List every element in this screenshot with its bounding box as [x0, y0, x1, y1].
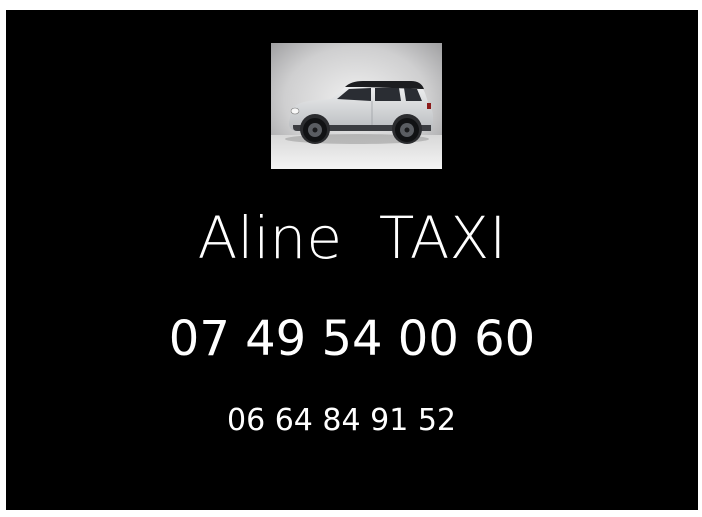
- phone-number-primary[interactable]: 07 49 54 00 60: [6, 307, 698, 371]
- car-photo-icon: [271, 43, 442, 169]
- business-name: Aline TAXI: [197, 204, 507, 272]
- car-photo: [271, 43, 442, 169]
- phone-number-secondary[interactable]: 06 64 84 91 52: [227, 399, 456, 443]
- taxi-card: Aline TAXI 07 49 54 00 60 06 64 84 91 52: [6, 10, 698, 510]
